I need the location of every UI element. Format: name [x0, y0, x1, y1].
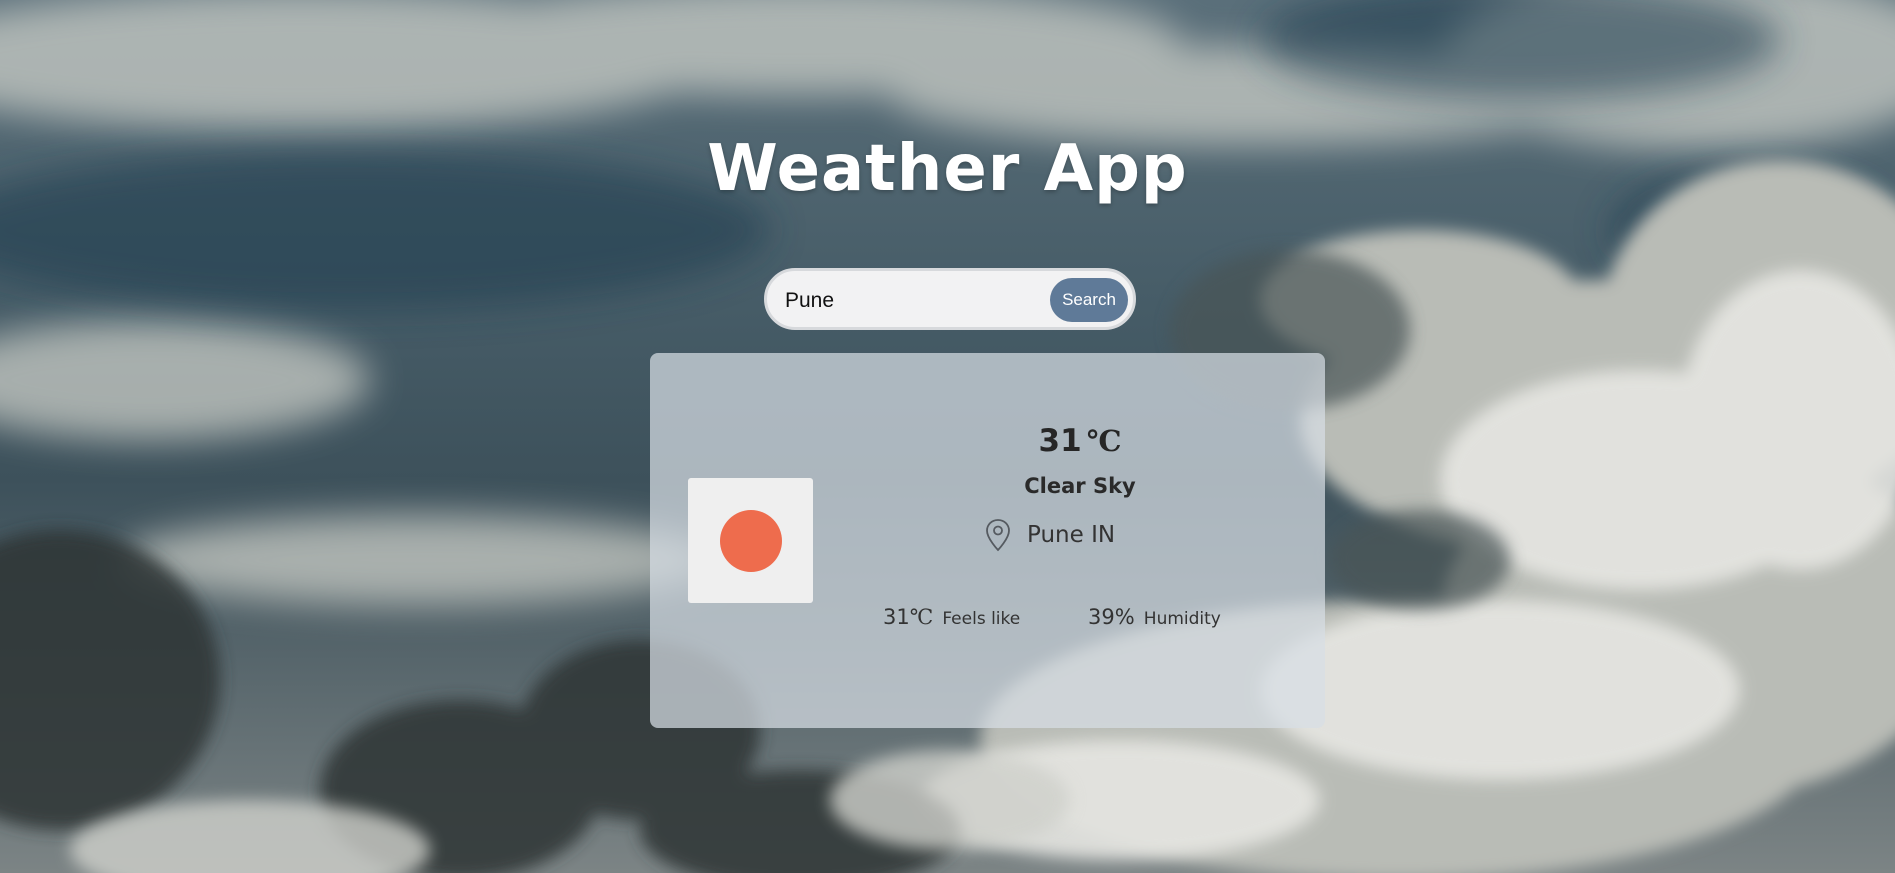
temperature-value: 31: [1038, 423, 1082, 459]
app-title: Weather App: [707, 132, 1188, 206]
temperature-unit: ℃: [1086, 424, 1122, 458]
temperature: 31 ℃: [970, 423, 1190, 459]
feels-like-value: 31: [883, 605, 910, 629]
weather-condition: Clear Sky: [1024, 474, 1136, 498]
location-pin-icon: [985, 518, 1011, 552]
weather-card: 31 ℃ Clear Sky Pune IN 31℃ Feels like 39…: [650, 353, 1325, 728]
sun-icon: [720, 510, 782, 572]
feels-like-unit: ℃: [909, 605, 934, 629]
humidity-stat: 39% Humidity: [1088, 605, 1221, 629]
location: Pune IN: [985, 517, 1115, 553]
humidity-label: Humidity: [1143, 609, 1221, 629]
feels-like-label: Feels like: [942, 609, 1021, 629]
location-name: Pune IN: [1027, 522, 1116, 548]
weather-condition-icon: [688, 478, 813, 603]
city-search-input[interactable]: [783, 283, 1037, 319]
search-bar: Search: [764, 268, 1136, 330]
humidity-value: 39%: [1088, 605, 1135, 629]
search-button[interactable]: Search: [1050, 278, 1128, 322]
feels-like-stat: 31℃ Feels like: [883, 605, 1020, 629]
